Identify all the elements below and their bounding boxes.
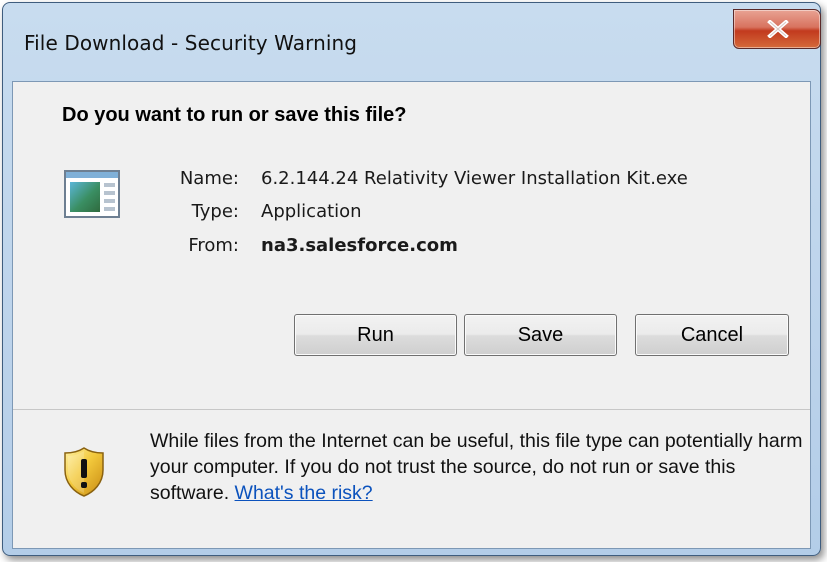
cancel-button[interactable]: Cancel [635, 314, 789, 356]
field-value-from: na3.salesforce.com [261, 235, 458, 256]
download-dialog: File Download - Security Warning Do you … [2, 2, 821, 556]
run-button[interactable]: Run [294, 314, 457, 356]
application-window-icon [64, 170, 120, 218]
dialog-client: Do you want to run or save this file? Na… [12, 81, 811, 549]
close-button[interactable] [733, 9, 821, 49]
field-label-from: From: [188, 235, 239, 256]
title-bar[interactable]: File Download - Security Warning [3, 3, 821, 81]
warning-panel: While files from the Internet can be use… [13, 410, 810, 548]
field-label-type: Type: [191, 201, 239, 222]
close-icon [767, 20, 789, 38]
field-value-type: Application [261, 201, 362, 222]
field-label-name: Name: [179, 168, 239, 189]
whats-the-risk-link[interactable]: What's the risk? [235, 482, 373, 504]
field-value-name: 6.2.144.24 Relativity Viewer Installatio… [261, 168, 688, 189]
file-info-panel: Do you want to run or save this file? Na… [13, 82, 810, 409]
warning-message: While files from the Internet can be use… [150, 428, 810, 506]
window-title: File Download - Security Warning [24, 31, 358, 55]
save-button[interactable]: Save [464, 314, 617, 356]
security-shield-icon [64, 447, 104, 497]
dialog-heading: Do you want to run or save this file? [62, 104, 407, 126]
